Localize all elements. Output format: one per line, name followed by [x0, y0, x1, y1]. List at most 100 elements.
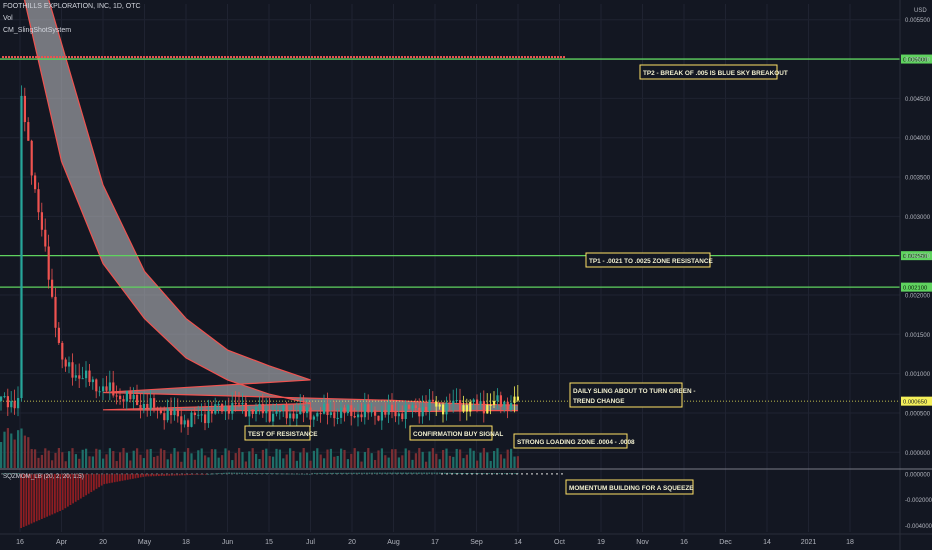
- signal-dot: [290, 56, 292, 59]
- squeeze-dot: [126, 472, 128, 475]
- signal-dot: [449, 56, 451, 59]
- squeeze-dot: [246, 472, 248, 475]
- squeeze-dot: [421, 472, 423, 475]
- volume-bar: [149, 448, 152, 468]
- volume-bar: [258, 459, 261, 468]
- price-candle: [333, 412, 336, 419]
- volume-legend[interactable]: Vol: [3, 15, 13, 22]
- signal-dot: [155, 56, 157, 59]
- price-candle: [234, 402, 237, 404]
- price-candle: [102, 386, 105, 392]
- signal-dot: [383, 56, 385, 59]
- signal-dot: [317, 56, 319, 59]
- price-candle: [187, 420, 190, 427]
- squeeze-bar: [428, 472, 431, 474]
- signal-dot: [194, 56, 196, 59]
- volume-bar: [187, 448, 190, 468]
- squeeze-bar: [163, 473, 165, 476]
- squeeze-dot: [306, 472, 308, 475]
- volume-bar: [333, 456, 336, 468]
- signal-dot: [107, 56, 109, 59]
- volume-bar: [510, 448, 513, 468]
- volume-bar: [479, 452, 482, 468]
- price-candle: [295, 413, 298, 419]
- signal-dot: [362, 56, 364, 59]
- volume-bar: [255, 453, 258, 468]
- price-candle: [309, 407, 312, 420]
- signal-dot: [224, 56, 226, 59]
- squeeze-bar: [147, 473, 150, 477]
- squeeze-dot: [466, 472, 468, 475]
- signal-dot: [32, 56, 34, 59]
- price-candle: [343, 407, 346, 414]
- price-candle: [275, 411, 278, 414]
- price-candle: [445, 402, 448, 415]
- squeeze-dot: [326, 472, 328, 475]
- volume-bar: [452, 456, 455, 468]
- signal-dot: [74, 56, 76, 59]
- price-candle: [316, 413, 319, 417]
- signal-dot: [80, 56, 82, 59]
- volume-bar: [13, 439, 16, 468]
- volume-bar: [360, 461, 363, 468]
- signal-dot: [500, 56, 502, 59]
- volume-bar: [10, 433, 13, 468]
- signal-dot: [470, 56, 472, 59]
- squeeze-dot: [486, 472, 488, 475]
- squeeze-dot: [301, 472, 303, 475]
- price-candle: [462, 405, 465, 412]
- price-candle: [510, 402, 513, 410]
- squeeze-dot: [501, 472, 503, 475]
- y-tick-label: 0.003000: [905, 215, 931, 221]
- signal-dot: [335, 56, 337, 59]
- sling-note-text: TREND CHANGE: [573, 398, 625, 405]
- signal-dot: [239, 56, 241, 59]
- volume-bar: [469, 448, 472, 468]
- volume-bar: [275, 448, 278, 468]
- squeeze-bar: [308, 473, 311, 475]
- signal-dot: [410, 56, 412, 59]
- squeeze-bar: [509, 473, 511, 475]
- price-candle: [248, 409, 251, 417]
- signal-dot: [164, 56, 166, 59]
- squeeze-dot: [381, 472, 383, 475]
- squeeze-dot: [226, 472, 228, 475]
- volume-bar: [81, 449, 84, 468]
- squeeze-bar: [124, 473, 126, 481]
- signal-dot: [359, 56, 361, 59]
- slingshot-legend[interactable]: CM_SlingShotSystem: [3, 27, 71, 34]
- signal-dot: [143, 56, 145, 59]
- squeeze-dot: [136, 472, 138, 475]
- price-candle: [268, 409, 271, 422]
- squeeze-indicator-label: SQZMOM_LB (20, 2, 20, 1.5): [3, 473, 84, 480]
- price-candle: [78, 375, 81, 379]
- squeeze-dot: [251, 472, 253, 475]
- signal-dot: [176, 56, 178, 59]
- x-tick-label: May: [138, 539, 152, 546]
- squeeze-dot: [291, 472, 293, 475]
- squeeze-dot: [166, 472, 168, 475]
- squeeze-dot: [336, 472, 338, 475]
- squeeze-bar: [22, 473, 25, 527]
- signal-dot: [557, 56, 559, 59]
- volume-bar: [418, 448, 421, 468]
- x-tick-label: Aug: [387, 539, 400, 546]
- squeeze-dot: [121, 472, 123, 475]
- squeeze-bar: [189, 473, 191, 475]
- signal-dot: [266, 56, 268, 59]
- price-candle: [448, 402, 451, 405]
- price-candle: [465, 405, 468, 412]
- x-tick-label: 2021: [801, 539, 817, 546]
- price-candle: [71, 362, 74, 378]
- price-candle: [513, 396, 516, 403]
- price-candle: [170, 408, 173, 416]
- price-candle: [159, 409, 162, 414]
- squeeze-dot: [436, 472, 438, 475]
- signal-dot: [281, 56, 283, 59]
- volume-bar: [190, 453, 193, 468]
- signal-dot: [398, 56, 400, 59]
- volume-bar: [282, 458, 285, 468]
- squeeze-bar: [90, 473, 93, 493]
- price-chart[interactable]: 0.005000 0.002500 0.002100 0.000650 SQZMOM_…: [0, 0, 932, 550]
- squeeze-dot: [341, 472, 343, 475]
